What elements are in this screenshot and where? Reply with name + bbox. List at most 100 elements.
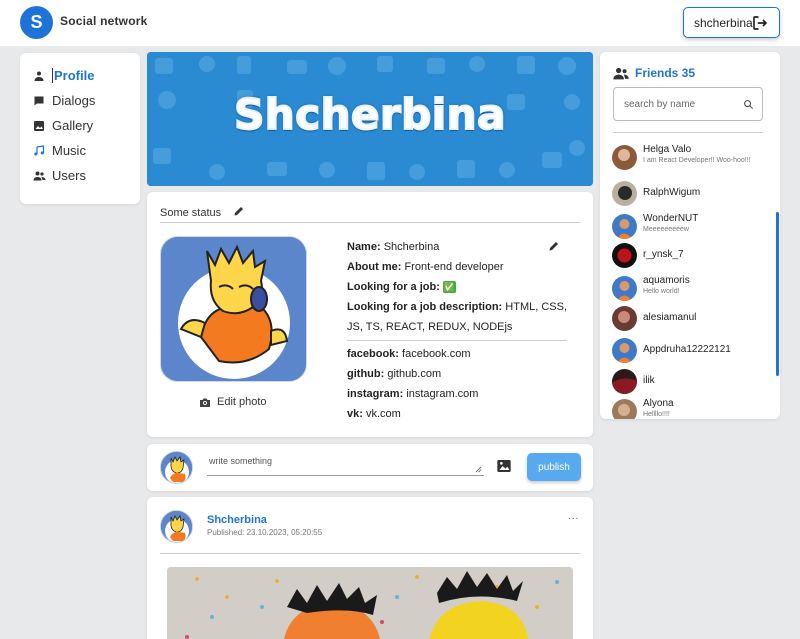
friend-avatar (612, 214, 637, 239)
friend-name: alesiamanul (643, 312, 697, 323)
friend-item[interactable]: RalphWigum (612, 179, 772, 209)
friend-name: WonderNUT (643, 213, 699, 224)
sidebar-item-label: Profile (52, 68, 95, 83)
users-icon (32, 169, 46, 183)
edit-profile-icon[interactable] (548, 240, 560, 252)
resize-handle-icon[interactable] (475, 466, 482, 473)
avatar[interactable] (160, 510, 193, 543)
friend-name: Alyona (643, 398, 674, 409)
profile-status[interactable]: Some status (160, 207, 221, 219)
camera-icon (200, 398, 210, 407)
contact-facebook: facebook: facebook.com (347, 348, 471, 360)
friends-count: Friends 35 (635, 66, 696, 80)
name-label: Name: (347, 241, 381, 253)
friends-title[interactable]: Friends 35 (613, 66, 695, 80)
sidebar-item-label: Dialogs (52, 93, 96, 108)
logo[interactable]: S (20, 6, 53, 39)
friend-item[interactable]: aquamoris Hello world! (612, 274, 772, 304)
chat-icon (32, 94, 46, 108)
contact-link[interactable]: instagram.com (406, 388, 478, 400)
more-options-icon[interactable]: ... (568, 511, 579, 522)
about-value: Front-end developer (404, 261, 504, 273)
friend-avatar (612, 369, 637, 394)
contact-link[interactable]: github.com (387, 368, 441, 380)
friend-avatar (612, 181, 637, 206)
friend-name: ilik (643, 375, 655, 386)
post-author[interactable]: Shcherbina (207, 514, 267, 526)
brand-name: Social network (60, 14, 148, 28)
gallery-icon (32, 119, 46, 133)
banner-title: Shcherbina (233, 89, 506, 140)
friend-item[interactable]: Alyona Hellllo!!!! (612, 397, 772, 419)
divider (160, 553, 580, 554)
search-placeholder: search by name (624, 99, 696, 110)
sidebar-item-label: Gallery (52, 118, 94, 133)
friend-item[interactable]: alesiamanul (612, 304, 772, 334)
friend-name: aquamoris (643, 275, 690, 286)
friend-avatar (612, 338, 637, 363)
contact-vk: vk: vk.com (347, 408, 401, 420)
post-input-placeholder: write something (209, 456, 273, 466)
friend-item[interactable]: r_ynsk_7 (612, 241, 772, 271)
top-header: S Social network shcherbina (0, 0, 800, 46)
friend-name: r_ynsk_7 (643, 249, 684, 260)
job-label: Looking for a job: (347, 281, 440, 293)
sidebar-item-music[interactable]: Music (20, 138, 140, 163)
friends-panel: Friends 35 search by name Helga Valo I a… (600, 52, 780, 419)
contact-github: github: github.com (347, 368, 442, 380)
profile-details: Name: Shcherbina About me: Front-end dev… (347, 237, 577, 337)
friend-status: Hello world! (643, 288, 680, 295)
sidebar-nav: Profile Dialogs Gallery Music Users (20, 53, 140, 204)
sidebar-item-users[interactable]: Users (20, 163, 140, 188)
friend-status: Meeeeeeeeew (643, 226, 689, 233)
logout-button[interactable]: shcherbina (683, 7, 780, 38)
contacts-list: facebook: facebook.com github: github.co… (347, 344, 577, 424)
friend-item[interactable]: Appdruha12222121 (612, 336, 772, 366)
image-icon[interactable] (496, 458, 512, 474)
post-card: Shcherbina Published: 23.10.2023, 05:20:… (147, 497, 593, 639)
friend-item[interactable]: WonderNUT Meeeeeeeeew (612, 212, 772, 242)
edit-photo-button[interactable]: Edit photo (199, 396, 267, 408)
edit-photo-label: Edit photo (217, 396, 267, 408)
friends-scrollbar[interactable] (776, 212, 779, 376)
music-icon (32, 144, 46, 158)
person-icon (32, 69, 46, 83)
divider (160, 222, 580, 223)
post-image (167, 567, 573, 639)
friend-avatar (612, 243, 637, 268)
friends-search-input[interactable]: search by name (613, 87, 763, 121)
publish-button[interactable]: publish (527, 453, 581, 481)
friend-avatar (612, 145, 637, 170)
divider (347, 340, 567, 341)
edit-status-icon[interactable] (233, 205, 245, 217)
friend-item[interactable]: ilik (612, 367, 772, 397)
job-desc-label: Looking for a job description: (347, 301, 503, 313)
sidebar-item-label: Users (52, 168, 86, 183)
friend-status: Hellllo!!!! (643, 411, 670, 418)
friend-name: RalphWigum (643, 187, 701, 198)
sidebar-item-label: Music (52, 143, 86, 158)
friend-avatar (612, 276, 637, 301)
sidebar-item-gallery[interactable]: Gallery (20, 113, 140, 138)
profile-avatar[interactable] (160, 236, 307, 382)
sidebar-item-dialogs[interactable]: Dialogs (20, 88, 140, 113)
friend-status: I am React Developer!! Woo-hoo!!! (643, 157, 751, 164)
sidebar-item-profile[interactable]: Profile (20, 63, 140, 88)
contact-link[interactable]: vk.com (366, 408, 401, 420)
friends-icon (613, 67, 629, 79)
login-username: shcherbina (694, 15, 753, 30)
name-value: Shcherbina (383, 241, 440, 253)
friend-avatar (612, 306, 637, 331)
friend-item[interactable]: Helga Valo I am React Developer!! Woo-ho… (612, 143, 772, 173)
friend-name: Helga Valo (643, 144, 692, 155)
about-label: About me: (347, 261, 402, 273)
search-icon (744, 100, 754, 110)
contact-link[interactable]: facebook.com (402, 348, 470, 360)
logout-icon (753, 16, 768, 30)
profile-info-card: Some status Edit photo Name: Shcherbina … (147, 192, 593, 437)
friend-name: Appdruha12222121 (643, 344, 731, 355)
job-check-icon: ✅ (442, 281, 456, 293)
avatar (160, 451, 193, 484)
new-post-card: write something publish (147, 444, 593, 491)
post-input[interactable]: write something (207, 456, 484, 476)
